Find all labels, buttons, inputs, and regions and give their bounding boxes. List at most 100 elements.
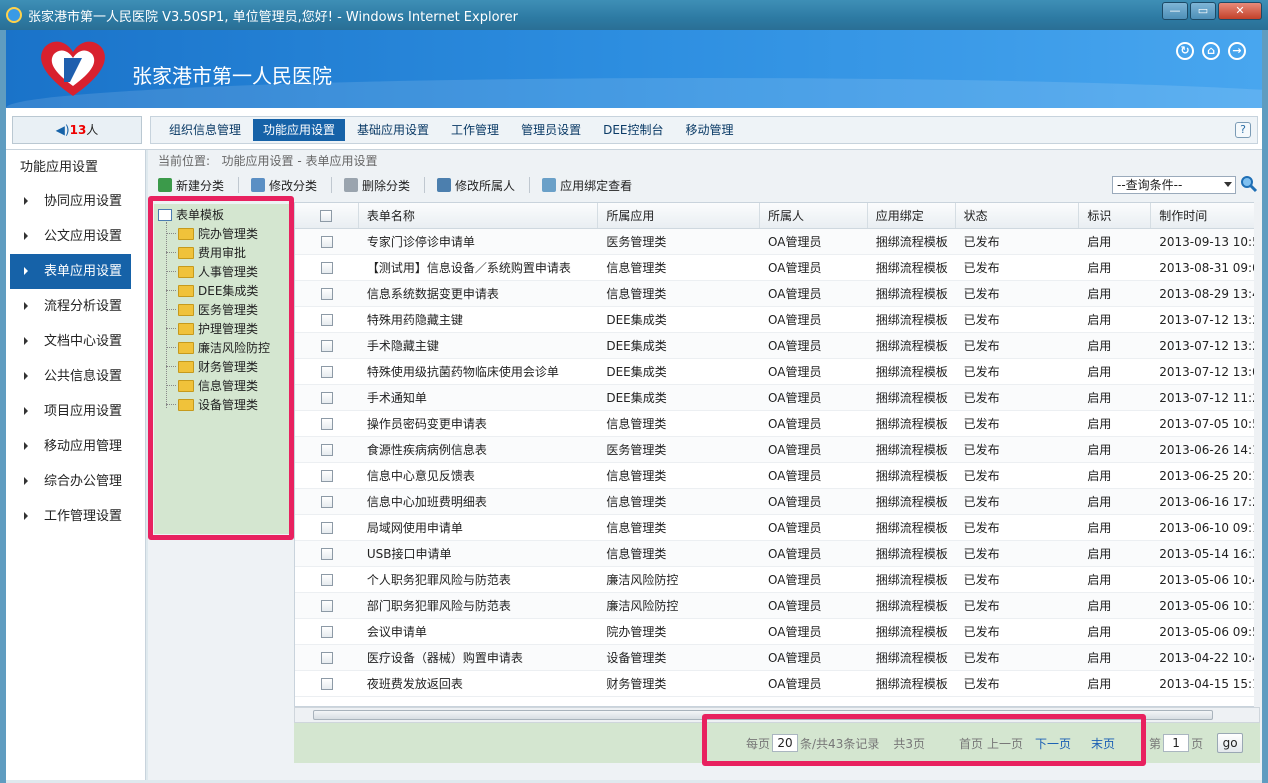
edit-category-button[interactable]: 修改分类	[251, 177, 317, 194]
table-row[interactable]: 部门职务犯罪风险与防范表廉洁风险防控OA管理员捆绑流程模板已发布启用2013-0…	[295, 593, 1259, 619]
row-checkbox[interactable]	[321, 366, 333, 378]
table-row[interactable]: 食源性疾病病例信息表医务管理类OA管理员捆绑流程模板已发布启用2013-06-2…	[295, 437, 1259, 463]
table-row[interactable]: 局域网使用申请单信息管理类OA管理员捆绑流程模板已发布启用2013-06-10 …	[295, 515, 1259, 541]
sidebar-item-doc-center[interactable]: 文档中心设置	[10, 324, 131, 359]
menu-function[interactable]: 功能应用设置	[253, 119, 345, 141]
cell-form-name[interactable]: USB接口申请单	[359, 541, 598, 566]
table-row[interactable]: 特殊使用级抗菌药物临床使用会诊单DEE集成类OA管理员捆绑流程模板已发布启用20…	[295, 359, 1259, 385]
cell-form-name[interactable]: 专家门诊停诊申请单	[359, 229, 598, 254]
col-application[interactable]: 所属应用	[598, 203, 760, 228]
sidebar-item-work[interactable]: 工作管理设置	[10, 499, 131, 534]
row-checkbox[interactable]	[321, 392, 333, 404]
row-checkbox[interactable]	[321, 444, 333, 456]
table-row[interactable]: 操作员密码变更申请表信息管理类OA管理员捆绑流程模板已发布启用2013-07-0…	[295, 411, 1259, 437]
row-checkbox[interactable]	[321, 314, 333, 326]
cell-form-name[interactable]: 手术隐藏主键	[359, 333, 598, 358]
page-input[interactable]: 1	[1163, 734, 1189, 752]
cell-form-name[interactable]: 特殊用药隐藏主键	[359, 307, 598, 332]
cell-form-name[interactable]: 信息中心意见反馈表	[359, 463, 598, 488]
search-icon[interactable]	[1240, 175, 1258, 193]
minimize-button[interactable]: —	[1162, 2, 1188, 20]
row-checkbox[interactable]	[321, 496, 333, 508]
sidebar-item-office[interactable]: 综合办公管理	[10, 464, 131, 499]
cell-form-name[interactable]: 特殊使用级抗菌药物临床使用会诊单	[359, 359, 598, 384]
row-checkbox[interactable]	[321, 574, 333, 586]
maximize-button[interactable]: ▭	[1190, 2, 1216, 20]
menu-basic[interactable]: 基础应用设置	[347, 119, 439, 141]
table-row[interactable]: 【测试用】信息设备／系统购置申请表信息管理类OA管理员捆绑流程模板已发布启用20…	[295, 255, 1259, 281]
vertical-scrollbar[interactable]	[1254, 202, 1262, 707]
sidebar-item-document[interactable]: 公文应用设置	[10, 219, 131, 254]
cell-form-name[interactable]: 操作员密码变更申请表	[359, 411, 598, 436]
row-checkbox[interactable]	[321, 470, 333, 482]
cell-form-name[interactable]: 信息系统数据变更申请表	[359, 281, 598, 306]
row-checkbox[interactable]	[321, 340, 333, 352]
cell-form-name[interactable]: 局域网使用申请单	[359, 515, 598, 540]
online-users[interactable]: ◀)13人	[12, 116, 142, 144]
cell-status: 已发布	[956, 671, 1080, 696]
row-checkbox[interactable]	[321, 678, 333, 690]
table-row[interactable]: 特殊用药隐藏主键DEE集成类OA管理员捆绑流程模板已发布启用2013-07-12…	[295, 307, 1259, 333]
home-icon[interactable]: ⌂	[1202, 42, 1220, 60]
change-owner-button[interactable]: 修改所属人	[437, 177, 515, 194]
table-row[interactable]: 手术隐藏主键DEE集成类OA管理员捆绑流程模板已发布启用2013-07-12 1…	[295, 333, 1259, 359]
menu-dee[interactable]: DEE控制台	[593, 119, 673, 141]
col-form-name[interactable]: 表单名称	[359, 203, 598, 228]
col-flag[interactable]: 标识	[1079, 203, 1151, 228]
row-checkbox[interactable]	[321, 548, 333, 560]
cell-form-name[interactable]: 夜班费发放返回表	[359, 671, 598, 696]
delete-category-button[interactable]: 删除分类	[344, 177, 410, 194]
menu-mobile[interactable]: 移动管理	[675, 119, 743, 141]
row-checkbox[interactable]	[321, 418, 333, 430]
table-row[interactable]: 信息中心意见反馈表信息管理类OA管理员捆绑流程模板已发布启用2013-06-25…	[295, 463, 1259, 489]
cell-created: 2013-04-22 10:4	[1151, 645, 1259, 670]
col-binding[interactable]: 应用绑定	[868, 203, 956, 228]
row-checkbox[interactable]	[321, 652, 333, 664]
col-created[interactable]: 制作时间	[1151, 203, 1259, 228]
close-button[interactable]: ✕	[1218, 2, 1262, 20]
row-checkbox[interactable]	[321, 626, 333, 638]
col-status[interactable]: 状态	[956, 203, 1080, 228]
sidebar-item-flow-analysis[interactable]: 流程分析设置	[10, 289, 131, 324]
cell-form-name[interactable]: 个人职务犯罪风险与防范表	[359, 567, 598, 592]
cell-form-name[interactable]: 信息中心加班费明细表	[359, 489, 598, 514]
sidebar-item-project[interactable]: 项目应用设置	[10, 394, 131, 429]
help-icon[interactable]: ?	[1235, 122, 1251, 138]
cell-form-name[interactable]: 食源性疾病病例信息表	[359, 437, 598, 462]
logout-icon[interactable]: →	[1228, 42, 1246, 60]
sidebar-item-collab[interactable]: 协同应用设置	[10, 184, 131, 219]
refresh-icon[interactable]: ↻	[1176, 42, 1194, 60]
row-checkbox[interactable]	[321, 522, 333, 534]
query-condition-select[interactable]: --查询条件--	[1112, 176, 1236, 194]
new-category-button[interactable]: 新建分类	[158, 177, 224, 194]
sidebar-item-mobile[interactable]: 移动应用管理	[10, 429, 131, 464]
table-row[interactable]: USB接口申请单信息管理类OA管理员捆绑流程模板已发布启用2013-05-14 …	[295, 541, 1259, 567]
cell-form-name[interactable]: 【测试用】信息设备／系统购置申请表	[359, 255, 598, 280]
cell-form-name[interactable]: 会议申请单	[359, 619, 598, 644]
go-button[interactable]: go	[1217, 733, 1243, 753]
table-row[interactable]: 个人职务犯罪风险与防范表廉洁风险防控OA管理员捆绑流程模板已发布启用2013-0…	[295, 567, 1259, 593]
sidebar-item-public-info[interactable]: 公共信息设置	[10, 359, 131, 394]
menu-admin[interactable]: 管理员设置	[511, 119, 591, 141]
table-row[interactable]: 专家门诊停诊申请单医务管理类OA管理员捆绑流程模板已发布启用2013-09-13…	[295, 229, 1259, 255]
row-checkbox[interactable]	[321, 262, 333, 274]
row-checkbox[interactable]	[321, 236, 333, 248]
cell-form-name[interactable]: 医疗设备（器械）购置申请表	[359, 645, 598, 670]
binding-view-button[interactable]: 应用绑定查看	[542, 177, 632, 194]
row-checkbox[interactable]	[321, 600, 333, 612]
table-row[interactable]: 夜班费发放返回表财务管理类OA管理员捆绑流程模板已发布启用2013-04-15 …	[295, 671, 1259, 697]
sidebar-item-form[interactable]: 表单应用设置	[10, 254, 131, 289]
col-owner[interactable]: 所属人	[760, 203, 868, 228]
cell-created: 2013-08-29 13:4	[1151, 281, 1259, 306]
table-row[interactable]: 医疗设备（器械）购置申请表设备管理类OA管理员捆绑流程模板已发布启用2013-0…	[295, 645, 1259, 671]
table-row[interactable]: 信息中心加班费明细表信息管理类OA管理员捆绑流程模板已发布启用2013-06-1…	[295, 489, 1259, 515]
cell-form-name[interactable]: 手术通知单	[359, 385, 598, 410]
select-all-checkbox[interactable]	[320, 210, 332, 222]
cell-form-name[interactable]: 部门职务犯罪风险与防范表	[359, 593, 598, 618]
menu-work[interactable]: 工作管理	[441, 119, 509, 141]
table-row[interactable]: 信息系统数据变更申请表信息管理类OA管理员捆绑流程模板已发布启用2013-08-…	[295, 281, 1259, 307]
row-checkbox[interactable]	[321, 288, 333, 300]
table-row[interactable]: 会议申请单院办管理类OA管理员捆绑流程模板已发布启用2013-05-06 09:…	[295, 619, 1259, 645]
menu-org[interactable]: 组织信息管理	[159, 119, 251, 141]
table-row[interactable]: 手术通知单DEE集成类OA管理员捆绑流程模板已发布启用2013-07-12 11…	[295, 385, 1259, 411]
